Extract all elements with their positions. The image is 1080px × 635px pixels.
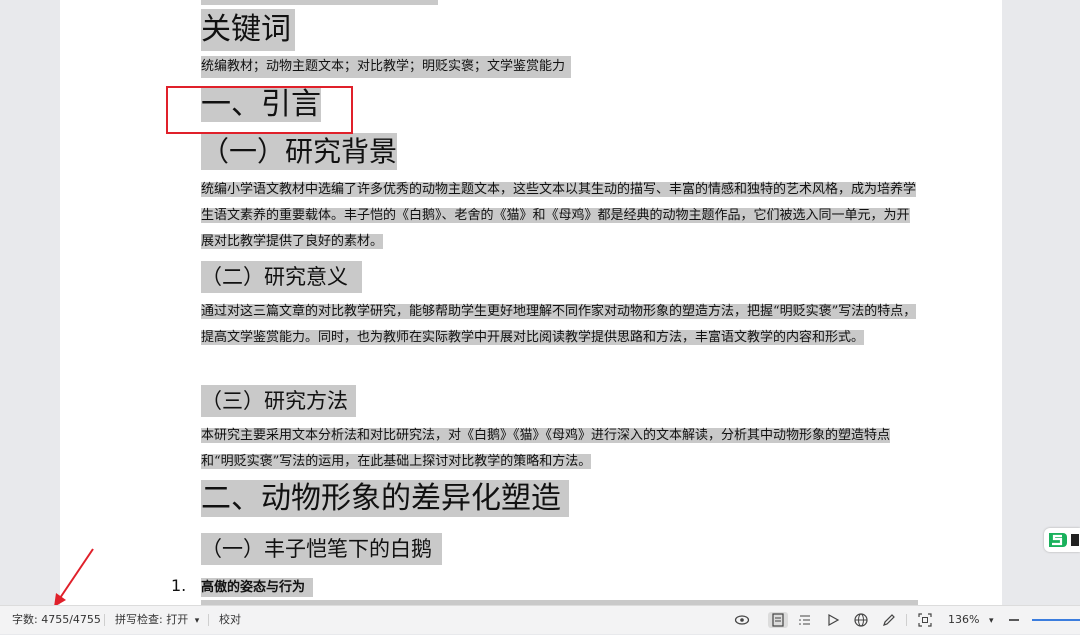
heading-method: （三）研究方法 bbox=[201, 381, 356, 421]
status-bar: 字数: 4755/4755 拼写检查: 打开 ▾ 校对 136% ▾ bbox=[0, 605, 1080, 634]
word-count[interactable]: 字数: 4755/4755 bbox=[12, 606, 101, 634]
selection-strip bbox=[201, 0, 438, 5]
list-item-text: 高傲的姿态与行为 bbox=[201, 578, 314, 597]
annotation-red-box bbox=[166, 86, 353, 134]
paragraph-background: 统编小学语文教材中选编了许多优秀的动物主题文本，这些文本以其生动的描写、丰富的情… bbox=[201, 177, 918, 255]
eye-icon[interactable] bbox=[734, 612, 750, 628]
paragraph-method-text: 本研究主要采用文本分析法和对比研究法，对《白鹅》《猫》《母鸡》进行深入的文本解读… bbox=[201, 428, 891, 469]
heading-background-text: （一）研究背景 bbox=[201, 133, 398, 170]
zoom-out-icon[interactable] bbox=[1006, 612, 1022, 628]
outline-view-icon[interactable] bbox=[797, 612, 813, 628]
paragraph-significance-text: 通过对这三篇文章的对比教学研究，能够帮助学生更好地理解不同作家对动物形象的塑造方… bbox=[201, 304, 917, 345]
divider bbox=[208, 614, 209, 626]
page-view-icon[interactable] bbox=[768, 612, 788, 628]
chevron-down-icon: ▾ bbox=[988, 616, 994, 626]
heading-method-text: （三）研究方法 bbox=[201, 385, 356, 417]
heading-background: （一）研究背景 bbox=[201, 131, 398, 173]
keywords-text: 统编教材；动物主题文本；对比教学；明贬实褒；文学鉴赏能力 bbox=[201, 56, 572, 78]
heading-feng-text: （一）丰子恺笔下的白鹅 bbox=[201, 533, 442, 565]
zoom-value: 136% bbox=[948, 613, 980, 626]
heading-animals: 二、动物形象的差异化塑造 bbox=[201, 477, 569, 521]
ime-logo-icon bbox=[1049, 533, 1079, 547]
zoom-level[interactable]: 136% ▾ bbox=[948, 606, 993, 634]
ime-badge[interactable] bbox=[1044, 528, 1080, 552]
divider bbox=[906, 614, 907, 626]
proofread-button[interactable]: 校对 bbox=[219, 606, 241, 634]
heading-significance-text: （二）研究意义 bbox=[201, 261, 362, 293]
divider bbox=[104, 614, 105, 626]
paragraph-background-text: 统编小学语文教材中选编了许多优秀的动物主题文本，这些文本以其生动的描写、丰富的情… bbox=[201, 182, 917, 249]
heading-animals-text: 二、动物形象的差异化塑造 bbox=[201, 480, 569, 517]
keywords-heading: 关键词 bbox=[201, 9, 295, 51]
heading-feng: （一）丰子恺笔下的白鹅 bbox=[201, 529, 442, 569]
globe-icon[interactable] bbox=[853, 612, 869, 628]
list-number: 1. bbox=[171, 576, 187, 595]
list-item: 高傲的姿态与行为 bbox=[201, 576, 314, 600]
heading-significance: （二）研究意义 bbox=[201, 257, 362, 297]
fit-page-icon[interactable] bbox=[917, 612, 933, 628]
paragraph-method: 本研究主要采用文本分析法和对比研究法，对《白鹅》《猫》《母鸡》进行深入的文本解读… bbox=[201, 423, 918, 475]
spell-check-toggle[interactable]: 拼写检查: 打开 ▾ bbox=[115, 606, 199, 634]
pen-icon[interactable] bbox=[881, 612, 897, 628]
document-page[interactable]: 关键词 统编教材；动物主题文本；对比教学；明贬实褒；文学鉴赏能力 一、引言 （一… bbox=[60, 0, 1002, 605]
chevron-down-icon: ▾ bbox=[194, 616, 200, 626]
play-icon[interactable] bbox=[825, 612, 841, 628]
zoom-slider[interactable] bbox=[1032, 619, 1080, 621]
spell-check-label: 拼写检查: 打开 bbox=[115, 613, 189, 626]
paragraph-significance: 通过对这三篇文章的对比教学研究，能够帮助学生更好地理解不同作家对动物形象的塑造方… bbox=[201, 299, 918, 351]
